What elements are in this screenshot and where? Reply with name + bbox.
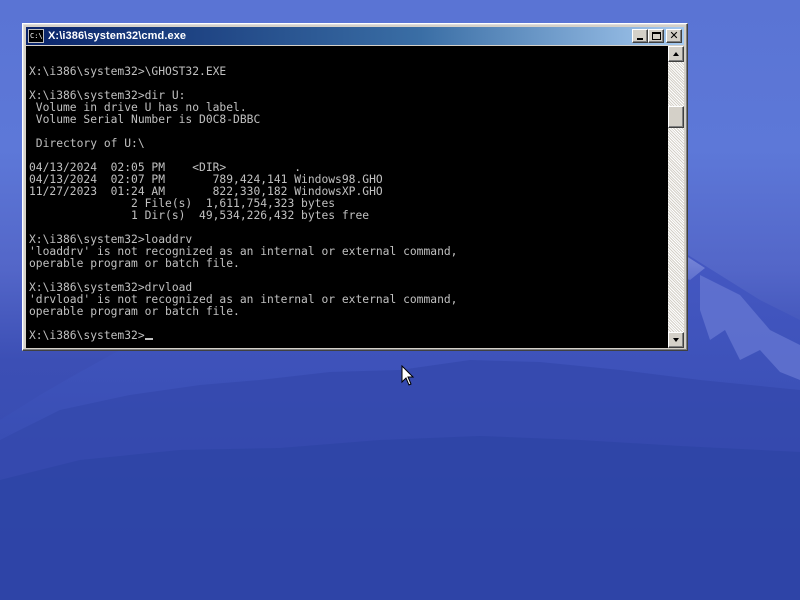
window-title: X:\i386\system32\cmd.exe <box>48 30 187 42</box>
console-line: Directory of U:\ <box>29 138 457 150</box>
console-app-icon[interactable]: C:\ <box>28 29 44 43</box>
window-titlebar[interactable]: C:\ X:\i386\system32\cmd.exe ✕ <box>26 27 684 45</box>
mouse-pointer-icon <box>401 365 415 386</box>
minimize-icon <box>637 38 643 40</box>
text-cursor <box>144 338 153 340</box>
scroll-up-arrow-icon <box>673 52 679 56</box>
scroll-up-button[interactable] <box>668 46 684 62</box>
console-line-text: X:\i386\system32>\GHOST32.EXE <box>29 65 227 78</box>
console-line: X:\i386\system32> <box>29 330 457 342</box>
console-line-text: operable program or batch file. <box>29 305 240 318</box>
cmd-window[interactable]: C:\ X:\i386\system32\cmd.exe ✕ X:\i386\s… <box>22 23 688 351</box>
vertical-scrollbar[interactable] <box>668 46 684 348</box>
console-text: X:\i386\system32>\GHOST32.EXE X:\i386\sys… <box>29 54 457 342</box>
console-line-text: Directory of U:\ <box>29 137 145 150</box>
maximize-icon <box>652 32 661 40</box>
console-line-text: X:\i386\system32> <box>29 329 145 342</box>
console-app-icon-label: C:\ <box>30 32 43 40</box>
maximize-button[interactable] <box>648 29 664 43</box>
console-line: operable program or batch file. <box>29 306 457 318</box>
console-line: operable program or batch file. <box>29 258 457 270</box>
scroll-down-arrow-icon <box>673 338 679 342</box>
console-line: X:\i386\system32>\GHOST32.EXE <box>29 66 457 78</box>
scroll-thumb[interactable] <box>668 106 684 128</box>
scroll-down-button[interactable] <box>668 332 684 348</box>
console-line: Volume Serial Number is D0C8-DBBC <box>29 114 457 126</box>
close-button[interactable]: ✕ <box>666 29 682 43</box>
console-line-text: 1 Dir(s) 49,534,226,432 bytes free <box>29 209 370 222</box>
close-icon: ✕ <box>669 29 679 42</box>
minimize-button[interactable] <box>632 29 648 43</box>
console-output[interactable]: X:\i386\system32>\GHOST32.EXE X:\i386\sys… <box>26 46 668 348</box>
console-line: 1 Dir(s) 49,534,226,432 bytes free <box>29 210 457 222</box>
console-line-text: Volume Serial Number is D0C8-DBBC <box>29 113 261 126</box>
window-controls: ✕ <box>632 29 682 43</box>
console-line-text: operable program or batch file. <box>29 257 240 270</box>
